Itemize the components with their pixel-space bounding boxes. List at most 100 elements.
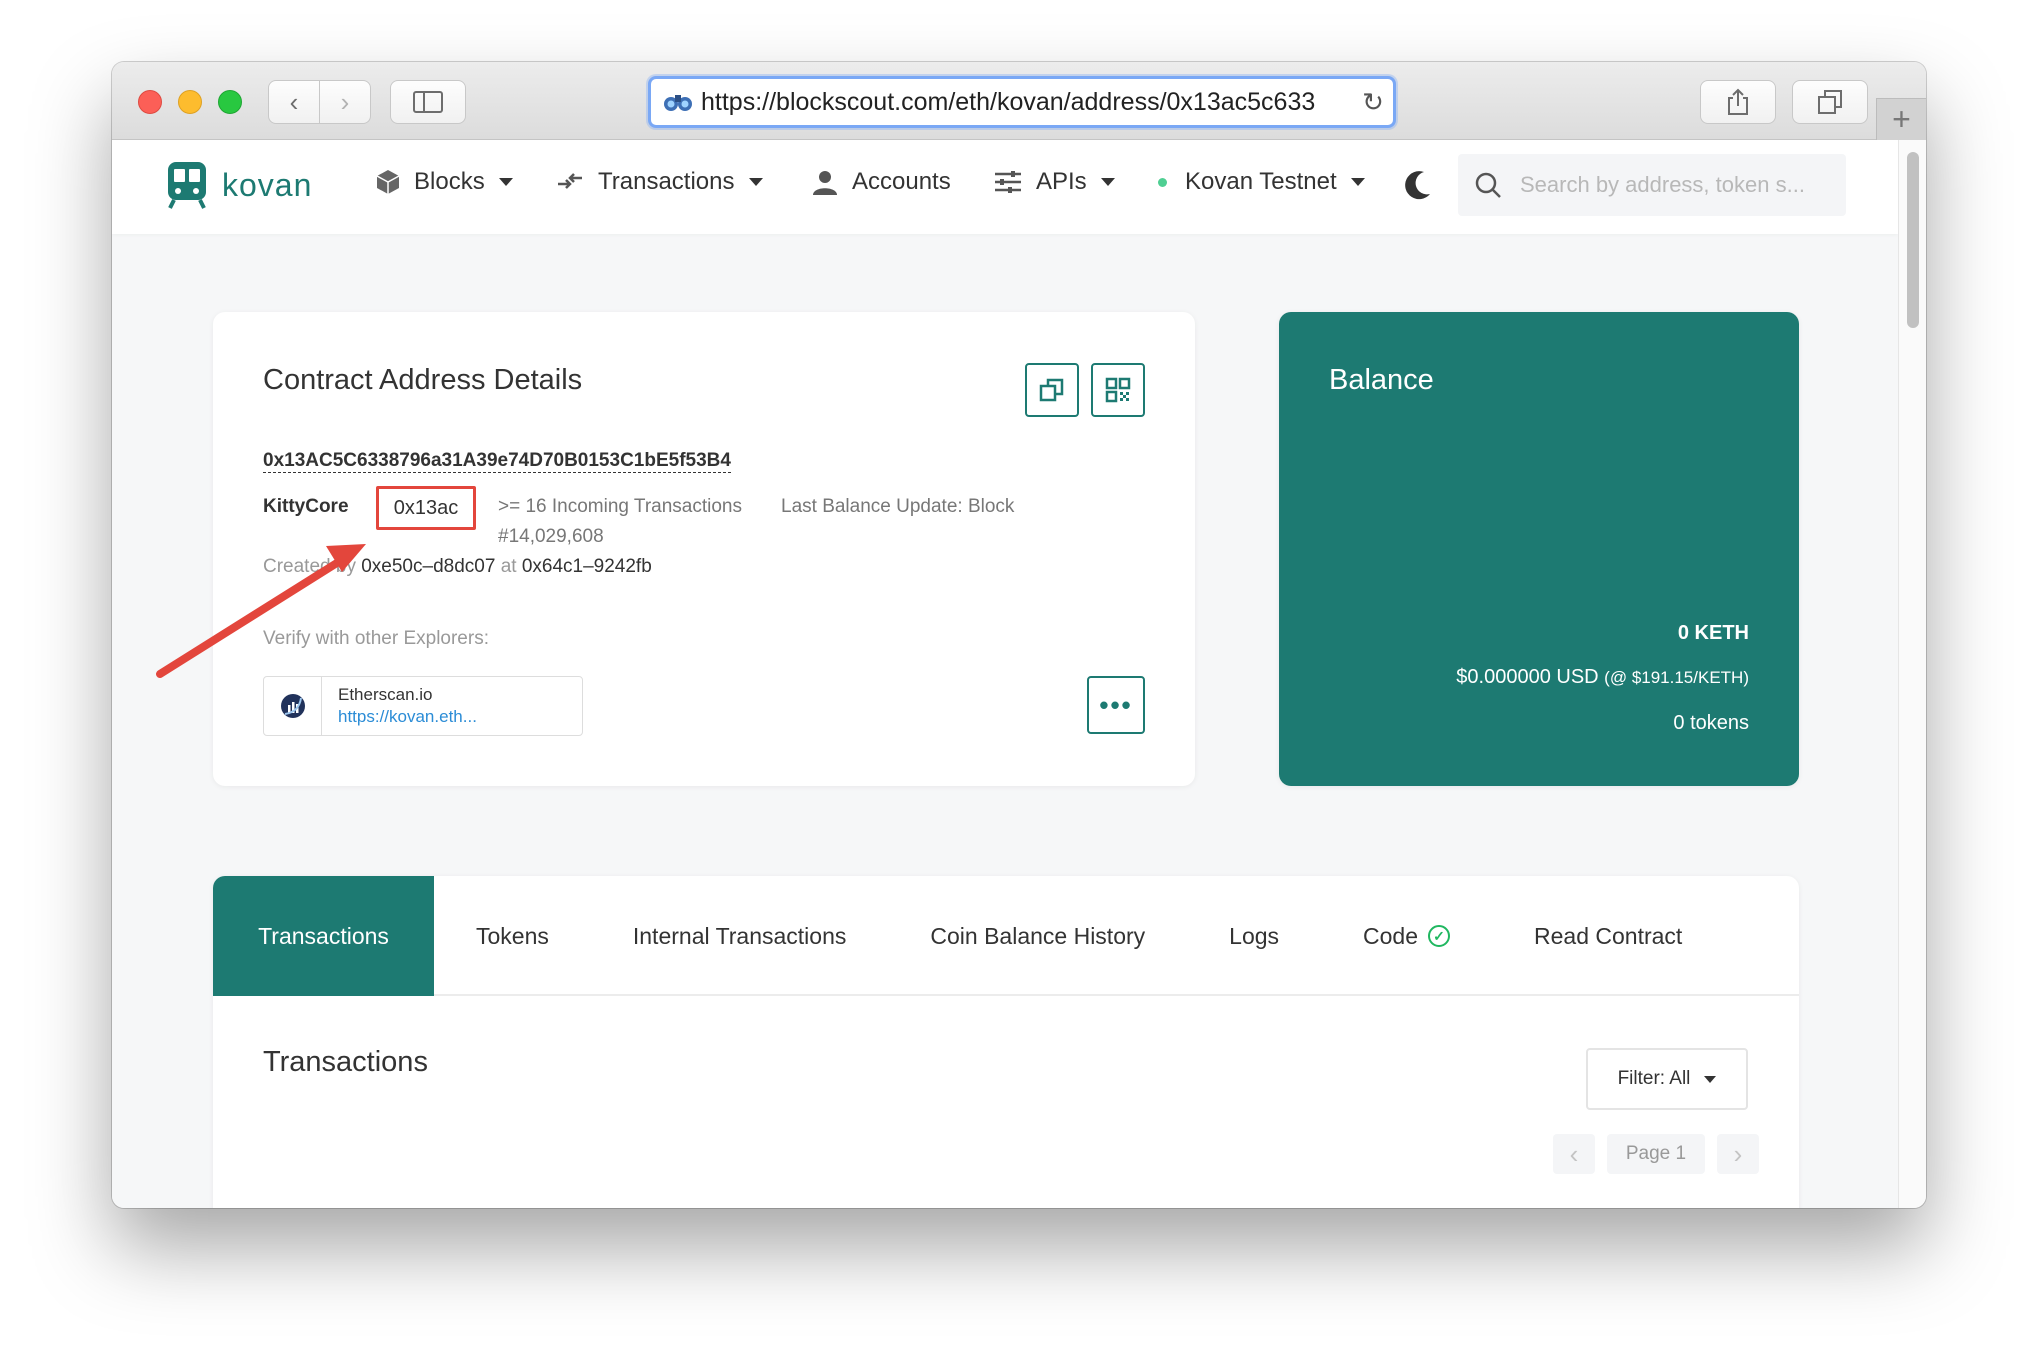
copy-icon <box>1039 378 1064 402</box>
user-icon <box>813 171 837 195</box>
chevron-right-icon: › <box>1733 1138 1743 1169</box>
incoming-transactions-count: >= 16 Incoming Transactions <box>498 496 742 517</box>
ellipsis-icon: ••• <box>1099 689 1133 720</box>
tab-label: Tokens <box>476 922 549 949</box>
tab-label: Internal Transactions <box>632 922 847 949</box>
dark-mode-toggle[interactable] <box>1404 170 1432 208</box>
moon-icon <box>1405 171 1430 200</box>
zoom-window-button[interactable] <box>218 90 242 114</box>
nav-blocks[interactable]: Blocks <box>376 168 513 196</box>
scrollbar-thumb[interactable] <box>1907 152 1919 328</box>
minimize-window-button[interactable] <box>178 90 202 114</box>
share-icon <box>1728 88 1748 115</box>
new-tab-button[interactable]: + <box>1876 98 1926 140</box>
contract-details-card: Contract Address Details 0x13AC5C6338796… <box>213 312 1195 786</box>
tab-coin-balance-history[interactable]: Coin Balance History <box>888 876 1187 996</box>
cube-icon <box>376 170 400 194</box>
network-label: Kovan Testnet <box>1185 168 1337 195</box>
previous-page-button[interactable]: ‹ <box>1553 1134 1595 1174</box>
details-title: Contract Address Details <box>263 364 583 396</box>
share-button[interactable] <box>1700 80 1776 124</box>
nav-blocks-label: Blocks <box>414 168 485 195</box>
nav-apis[interactable]: APIs <box>994 168 1115 196</box>
verify-explorers-label: Verify with other Explorers: <box>263 628 489 649</box>
contract-name: KittyCore <box>263 496 349 517</box>
chevron-right-icon: › <box>340 86 350 117</box>
created-by-line: Created by 0xe50c–d8dc07 at 0x64c1–9242f… <box>263 556 652 578</box>
nav-transactions-label: Transactions <box>598 168 735 195</box>
nav-accounts[interactable]: Accounts <box>812 168 951 196</box>
nav-apis-label: APIs <box>1036 168 1087 195</box>
tab-transactions[interactable]: Transactions <box>213 876 434 996</box>
more-options-button[interactable]: ••• <box>1087 676 1145 734</box>
tab-code[interactable]: Code ✓ <box>1321 876 1492 996</box>
browser-window: ‹ › https://blockscout.com/eth/kovan/add… <box>112 62 1926 1208</box>
at-word: at <box>500 556 517 577</box>
filter-label: Filter: All <box>1617 1068 1691 1089</box>
balance-rate: (@ $191.15/KETH) <box>1604 668 1749 687</box>
tabs-icon <box>1818 90 1842 114</box>
train-logo-icon <box>168 162 206 209</box>
verified-check-icon: ✓ <box>1428 925 1451 947</box>
page-content: kovan Blocks Transactions Accounts APIs <box>112 140 1898 1208</box>
binoculars-icon <box>664 95 692 111</box>
search-bar[interactable] <box>1458 154 1846 216</box>
tab-logs[interactable]: Logs <box>1187 876 1321 996</box>
filter-dropdown[interactable]: Filter: All <box>1586 1048 1748 1110</box>
balance-keth: 0 KETH <box>1677 622 1749 644</box>
chevron-left-icon: ‹ <box>1569 1138 1579 1169</box>
last-update-block-number[interactable]: #14,029,608 <box>498 526 604 548</box>
plus-icon: + <box>1892 101 1911 137</box>
search-icon <box>1475 172 1501 198</box>
tab-label: Code <box>1363 922 1419 949</box>
tab-internal-transactions[interactable]: Internal Transactions <box>591 876 889 996</box>
address-bar[interactable]: https://blockscout.com/eth/kovan/address… <box>648 76 1396 128</box>
back-button[interactable]: ‹ <box>268 80 320 124</box>
search-input[interactable] <box>1520 172 1820 198</box>
brand-name: kovan <box>222 166 313 203</box>
tab-overview-button[interactable] <box>1792 80 1868 124</box>
address-tabs-card: Transactions Tokens Internal Transaction… <box>213 876 1799 1208</box>
chevron-down-icon <box>1350 178 1365 186</box>
network-selector[interactable]: Kovan Testnet <box>1158 168 1365 196</box>
reload-icon[interactable]: ↻ <box>1353 87 1393 118</box>
balance-title: Balance <box>1329 364 1434 396</box>
etherscan-explorer-link[interactable]: Etherscan.io https://kovan.eth... <box>263 676 583 736</box>
forward-button[interactable]: › <box>319 80 371 124</box>
qr-code-button[interactable] <box>1091 363 1145 417</box>
page-scrollbar[interactable] <box>1898 140 1926 1208</box>
network-status-dot <box>1158 177 1167 187</box>
balance-card: Balance 0 KETH $0.000000 USD (@ $191.15/… <box>1279 312 1799 786</box>
explorer-name: Etherscan.io <box>338 685 433 704</box>
qr-code-icon <box>1105 377 1131 403</box>
creation-tx-link[interactable]: 0x64c1–9242fb <box>522 556 652 577</box>
balance-tokens: 0 tokens <box>1673 712 1749 734</box>
nav-transactions[interactable]: Transactions <box>556 168 763 196</box>
last-balance-update: Last Balance Update: Block <box>781 496 1015 517</box>
next-page-button[interactable]: › <box>1717 1134 1759 1174</box>
contract-address-hash[interactable]: 0x13AC5C6338796a31A39e74D70B0153C1bE5f53… <box>263 450 731 473</box>
balance-usd-value: $0.000000 USD <box>1456 666 1599 688</box>
creator-address-link[interactable]: 0xe50c–d8dc07 <box>361 556 495 577</box>
transactions-section-title: Transactions <box>263 1046 428 1078</box>
tab-label: Logs <box>1229 922 1280 949</box>
explorer-url[interactable]: https://kovan.eth... <box>338 707 477 727</box>
sliders-icon <box>995 171 1021 193</box>
brand-logo[interactable]: kovan <box>166 160 312 210</box>
chevron-down-icon <box>1100 178 1115 186</box>
tab-label: Coin Balance History <box>930 922 1146 949</box>
chevron-down-icon <box>498 178 513 186</box>
tab-read-contract[interactable]: Read Contract <box>1492 876 1724 996</box>
etherscan-logo-icon <box>264 677 322 735</box>
sidebar-toggle-button[interactable] <box>390 80 466 124</box>
close-window-button[interactable] <box>138 90 162 114</box>
url-text[interactable]: https://blockscout.com/eth/kovan/address… <box>701 88 1353 117</box>
copy-address-button[interactable] <box>1025 363 1079 417</box>
chevron-left-icon: ‹ <box>289 86 299 117</box>
title-bar: ‹ › https://blockscout.com/eth/kovan/add… <box>112 62 1926 140</box>
top-navbar: kovan Blocks Transactions Accounts APIs <box>112 140 1898 234</box>
short-hash-highlight: 0x13ac <box>376 486 476 530</box>
tab-tokens[interactable]: Tokens <box>434 876 591 996</box>
nav-accounts-label: Accounts <box>852 168 951 195</box>
page-indicator: Page 1 <box>1607 1134 1705 1174</box>
